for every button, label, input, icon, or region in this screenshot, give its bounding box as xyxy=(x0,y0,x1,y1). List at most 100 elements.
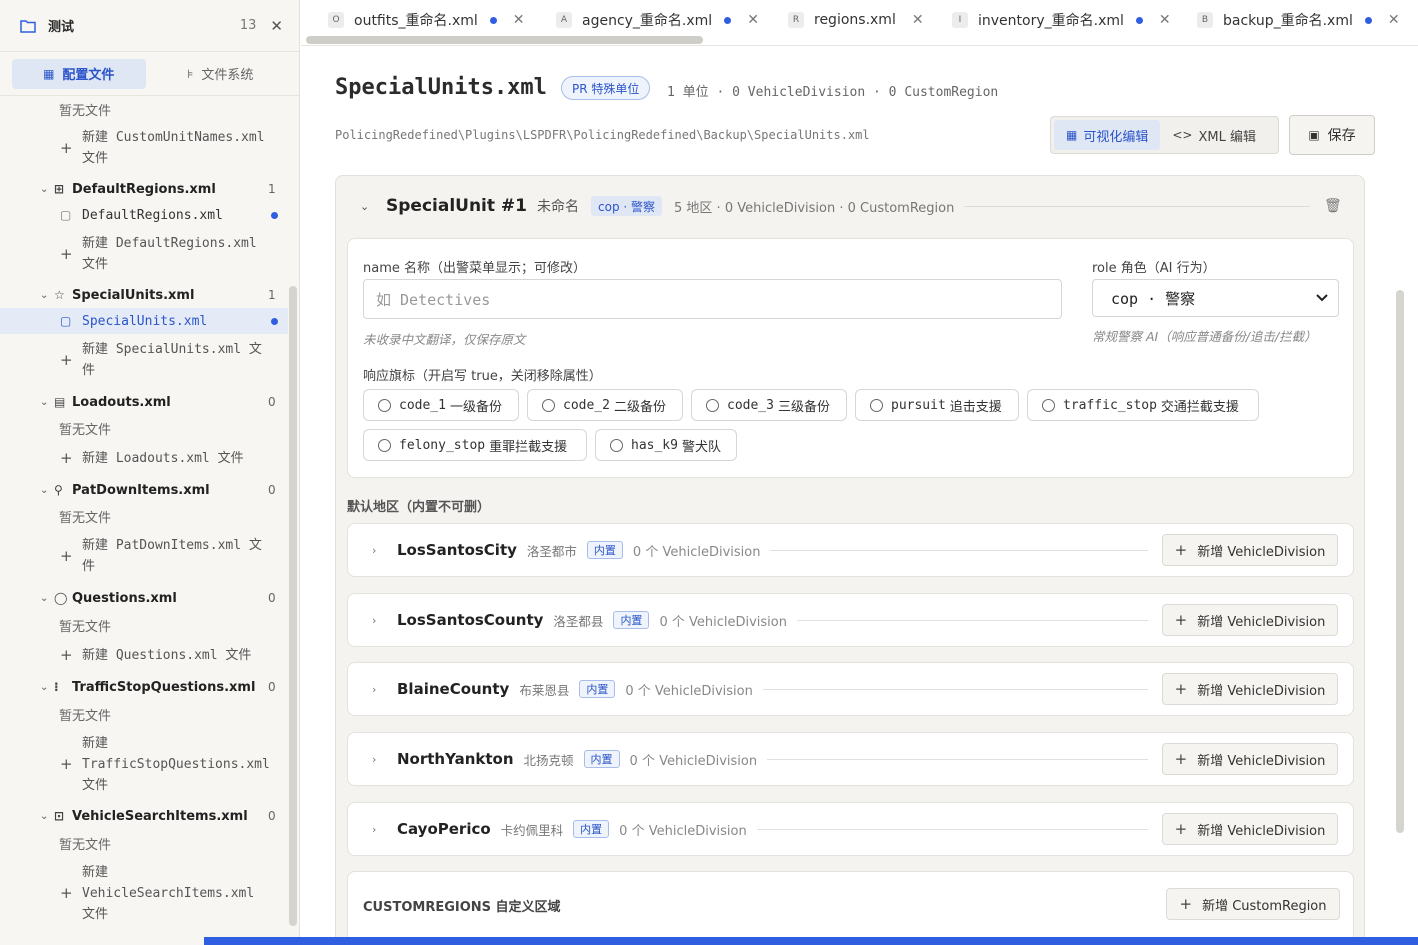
chevron-right-icon[interactable]: › xyxy=(372,753,397,766)
tab-label: backup_重命名.xml xyxy=(1223,13,1353,29)
flag-has-k9[interactable]: has_k9 警犬队 xyxy=(595,429,737,461)
region-los-santos-city[interactable]: › LosSantosCity 洛圣都市 内置 0 个 VehicleDivis… xyxy=(347,523,1354,577)
save-button[interactable]: ▣ 保存 xyxy=(1289,115,1375,155)
new-file-text: 文件 xyxy=(82,777,109,793)
tab-file-system[interactable]: ⊧ 文件系统 xyxy=(154,59,288,89)
visual-edit-button[interactable]: ▦ 可视化编辑 xyxy=(1054,120,1161,150)
region-name: NorthYankton xyxy=(397,750,514,768)
flag-key: code_3 xyxy=(727,397,774,413)
flag-key: code_1 xyxy=(399,397,446,413)
region-los-santos-county[interactable]: › LosSantosCounty 洛圣都县 内置 0 个 VehicleDiv… xyxy=(347,593,1354,647)
add-vehicle-division-button[interactable]: + 新增 VehicleDivision xyxy=(1162,813,1338,845)
flag-label: 重罪拦截支援 xyxy=(489,439,568,455)
tab-inventory[interactable]: I inventory_重命名.xml ✕ xyxy=(952,8,1171,32)
chevron-right-icon[interactable]: › xyxy=(372,544,397,557)
main-editor: SpecialUnits.xml PR 特殊单位 1 单位 · 0 Vehicl… xyxy=(301,47,1418,937)
new-file-button[interactable]: + 新建 SpecialUnits.xml 文件 xyxy=(0,338,288,382)
tab-config-files[interactable]: ▦ 配置文件 xyxy=(12,58,146,89)
tab-outfits[interactable]: O outfits_重命名.xml ✕ xyxy=(328,8,525,32)
empty-label: 暂无文件 xyxy=(59,619,112,635)
region-blaine-county[interactable]: › BlaineCounty 布莱恩县 内置 0 个 VehicleDivisi… xyxy=(347,662,1354,716)
add-vehicle-division-button[interactable]: + 新增 VehicleDivision xyxy=(1162,604,1338,636)
close-tab-icon[interactable]: ✕ xyxy=(747,12,759,28)
new-file-text: 新建 Loadouts.xml 文件 xyxy=(82,450,244,466)
close-tab-icon[interactable]: ✕ xyxy=(1159,12,1171,28)
radio-icon xyxy=(542,398,555,412)
plus-icon: + xyxy=(1174,541,1188,559)
unit-subtitle: 未命名 xyxy=(537,199,579,215)
unit-header[interactable]: ⌄ SpecialUnit #1 未命名 cop · 警察 5 地区 · 0 V… xyxy=(336,176,1364,236)
file-item-special-units[interactable]: ▢ SpecialUnits.xml xyxy=(0,308,288,334)
new-file-button[interactable]: + 新建 Loadouts.xml 文件 xyxy=(0,446,288,470)
main-scrollbar[interactable] xyxy=(1396,290,1404,833)
add-vehicle-division-button[interactable]: + 新增 VehicleDivision xyxy=(1162,534,1338,566)
new-file-button[interactable]: + 新建 VehicleSearchItems.xml 文件 xyxy=(0,861,288,925)
divider xyxy=(964,205,1310,207)
group-name: Questions.xml xyxy=(72,590,177,606)
close-tab-icon[interactable]: ✕ xyxy=(513,12,525,28)
new-file-button[interactable]: + 新建 Questions.xml 文件 xyxy=(0,643,288,667)
role-select[interactable]: cop · 警察 xyxy=(1092,279,1339,317)
save-label: 保存 xyxy=(1327,128,1356,144)
xml-edit-button[interactable]: <> XML 编辑 xyxy=(1160,120,1268,150)
chevron-right-icon[interactable]: › xyxy=(372,823,397,836)
radio-icon xyxy=(610,438,623,452)
flag-code-1[interactable]: code_1 一级备份 xyxy=(363,389,519,421)
vehicle-division-count: 0 个 VehicleDivision xyxy=(659,614,787,630)
close-tab-icon[interactable]: ✕ xyxy=(912,12,924,28)
builtin-badge: 内置 xyxy=(579,680,616,698)
tab-scrollbar[interactable] xyxy=(306,36,703,44)
chevron-down-icon: ⌄ xyxy=(40,810,49,822)
flag-key: traffic_stop xyxy=(1063,397,1157,413)
flag-pursuit[interactable]: pursuit 追击支援 xyxy=(855,389,1019,421)
trash-icon[interactable]: 🗑 xyxy=(1324,198,1364,214)
region-cayo-perico[interactable]: › CayoPerico 卡约佩里科 内置 0 个 VehicleDivisio… xyxy=(347,802,1354,856)
divider xyxy=(770,549,1148,551)
tab-regions[interactable]: R regions.xml ✕ xyxy=(788,8,924,32)
chat-icon: ◯ xyxy=(54,591,68,605)
group-loadouts[interactable]: ⌄ ▤ Loadouts.xml 0 xyxy=(0,391,288,413)
vehicle-division-count: 0 个 VehicleDivision xyxy=(629,753,758,769)
new-file-button[interactable]: + 新建 TrafficStopQuestions.xml 文件 xyxy=(0,732,288,796)
close-tab-icon[interactable]: ✕ xyxy=(1388,12,1400,28)
close-workspace-icon[interactable]: ✕ xyxy=(270,17,283,35)
group-patdown-items[interactable]: ⌄ ⚲ PatDownItems.xml 0 xyxy=(0,479,288,501)
folder-icon xyxy=(20,19,36,33)
sidebar-scrollbar[interactable] xyxy=(289,286,297,926)
region-name: BlaineCounty xyxy=(397,680,510,698)
traffic-light-icon: ⁝ xyxy=(54,680,59,694)
flag-label: 一级备份 xyxy=(449,399,502,415)
tab-label: regions.xml xyxy=(814,12,896,28)
flag-code-2[interactable]: code_2 二级备份 xyxy=(527,389,683,421)
group-traffic-stop-questions[interactable]: ⌄ ⁝ TrafficStopQuestions.xml 0 xyxy=(0,676,288,698)
group-special-units[interactable]: ⌄ ☆ SpecialUnits.xml 1 xyxy=(0,284,288,306)
region-north-yankton[interactable]: › NorthYankton 北扬克顿 内置 0 个 VehicleDivisi… xyxy=(347,732,1354,786)
chevron-right-icon[interactable]: › xyxy=(372,614,397,627)
flag-code-3[interactable]: code_3 三级备份 xyxy=(691,389,847,421)
new-file-button[interactable]: + 新建 CustomUnitNames.xml 文件 xyxy=(0,126,288,170)
new-file-text: 件 xyxy=(82,559,96,574)
flag-traffic-stop[interactable]: traffic_stop 交通拦截支援 xyxy=(1027,389,1259,421)
new-file-button[interactable]: + 新建 PatDownItems.xml 文件 xyxy=(0,534,288,578)
group-default-regions[interactable]: ⌄ ⊞ DefaultRegions.xml 1 xyxy=(0,178,288,200)
divider xyxy=(762,688,1148,690)
chevron-down-icon[interactable]: ⌄ xyxy=(360,200,386,213)
tab-config-files-label: 配置文件 xyxy=(62,68,115,83)
group-vehicle-search-items[interactable]: ⌄ ⊡ VehicleSearchItems.xml 0 xyxy=(0,805,288,827)
add-vehicle-division-button[interactable]: + 新增 VehicleDivision xyxy=(1162,673,1338,705)
flag-felony-stop[interactable]: felony_stop 重罪拦截支援 xyxy=(363,429,587,461)
new-file-text: VehicleSearchItems.xml xyxy=(82,885,255,901)
file-item-default-regions[interactable]: ▢ DefaultRegions.xml xyxy=(0,203,288,227)
vehicle-division-count: 0 个 VehicleDivision xyxy=(632,544,761,560)
chevron-right-icon[interactable]: › xyxy=(372,683,397,696)
tab-backup[interactable]: B backup_重命名.xml ✕ xyxy=(1197,8,1400,32)
name-input[interactable]: 如 Detectives xyxy=(363,279,1062,319)
flag-label: 追击支援 xyxy=(949,399,1002,415)
group-questions[interactable]: ⌄ ◯ Questions.xml 0 xyxy=(0,587,288,609)
region-name: CayoPerico xyxy=(397,820,491,838)
tab-agency[interactable]: A agency_重命名.xml ✕ xyxy=(556,8,759,32)
builtin-badge: 内置 xyxy=(583,750,620,768)
add-custom-region-button[interactable]: + 新增 CustomRegion xyxy=(1166,888,1340,920)
new-file-button[interactable]: + 新建 DefaultRegions.xml 文件 xyxy=(0,232,288,276)
add-vehicle-division-button[interactable]: + 新增 VehicleDivision xyxy=(1162,743,1338,775)
